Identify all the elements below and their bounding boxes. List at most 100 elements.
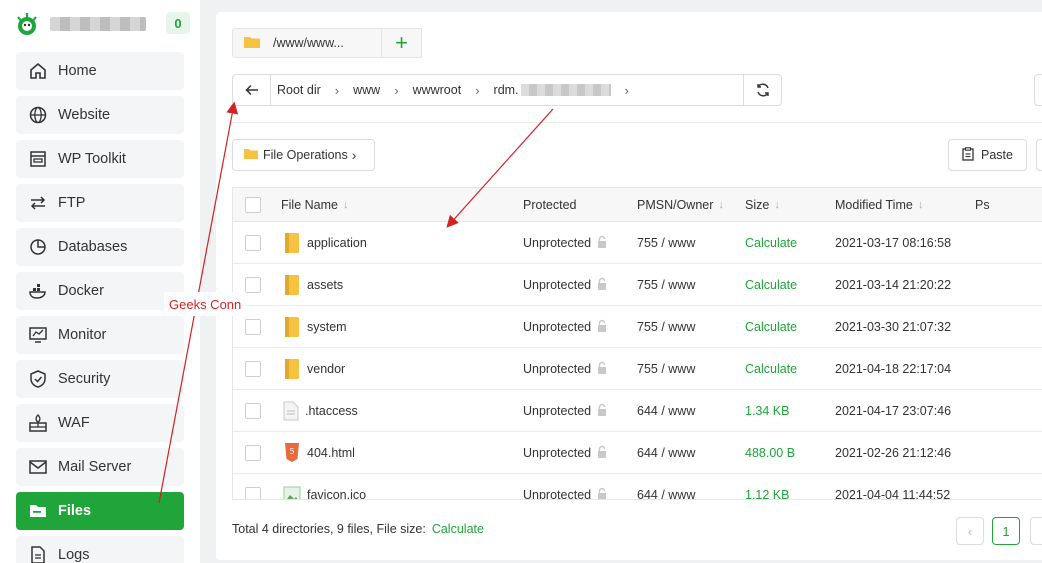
- file-name-cell[interactable]: application: [283, 222, 367, 264]
- sidebar-item-docker[interactable]: Docker: [16, 272, 184, 310]
- refresh-button[interactable]: [743, 75, 781, 105]
- size-cell[interactable]: Calculate: [745, 306, 797, 348]
- sidebar-item-security[interactable]: Security: [16, 360, 184, 398]
- html5-file-icon: 5: [283, 442, 301, 464]
- row-checkbox[interactable]: [245, 474, 261, 499]
- sort-arrow-icon: ↓: [342, 199, 349, 211]
- file-table: File Name ↓ Protected PMSN/Owner ↓ Size ↓ M…: [232, 187, 1042, 500]
- next-page-button[interactable]: [1030, 517, 1042, 545]
- breadcrumb-site-label: rdm.: [493, 83, 519, 97]
- table-row[interactable]: .htaccess Unprotected 644 / www 1.34 KB …: [233, 390, 1042, 432]
- column-modified-time[interactable]: Modified Time ↓: [835, 188, 923, 222]
- file-name-cell[interactable]: favicon.ico: [283, 474, 366, 499]
- folder-icon: [283, 232, 301, 254]
- protected-cell[interactable]: Unprotected: [523, 222, 609, 264]
- file-name-cell[interactable]: vendor: [283, 348, 345, 390]
- text-file-icon: [283, 401, 299, 421]
- notification-badge[interactable]: 0: [166, 12, 190, 34]
- table-row[interactable]: 5 404.html Unprotected 644 / www 488.00 …: [233, 432, 1042, 474]
- page-number[interactable]: 1: [992, 517, 1020, 545]
- lock-icon: [595, 361, 609, 378]
- protected-cell[interactable]: Unprotected: [523, 432, 609, 474]
- size-cell[interactable]: Calculate: [745, 348, 797, 390]
- sidebar-item-mail-server[interactable]: Mail Server: [16, 448, 184, 486]
- row-checkbox[interactable]: [245, 306, 261, 348]
- protected-cell[interactable]: Unprotected: [523, 474, 609, 500]
- file-name-cell[interactable]: assets: [283, 264, 343, 306]
- size-cell[interactable]: Calculate: [745, 264, 797, 306]
- sidebar-item-ftp[interactable]: FTP: [16, 184, 184, 222]
- permission-cell[interactable]: 755 / www: [637, 348, 695, 390]
- sidebar: 0 Home Website WP Toolkit FTP Databases …: [0, 0, 200, 563]
- protected-status: Unprotected: [523, 488, 592, 500]
- sidebar-item-label: Mail Server: [58, 459, 132, 475]
- row-checkbox[interactable]: [245, 390, 261, 432]
- file-name: system: [307, 320, 347, 334]
- row-checkbox[interactable]: [245, 264, 261, 306]
- breadcrumb-site[interactable]: rdm.: [494, 83, 611, 97]
- chevron-right-icon: ›: [334, 82, 340, 98]
- protected-cell[interactable]: Unprotected: [523, 306, 609, 348]
- sidebar-item-monitor[interactable]: Monitor: [16, 316, 184, 354]
- paste-button[interactable]: Paste: [948, 139, 1027, 171]
- size-cell[interactable]: Calculate: [745, 222, 797, 264]
- row-checkbox[interactable]: [245, 432, 261, 474]
- permission-cell[interactable]: 755 / www: [637, 306, 695, 348]
- directory-tab[interactable]: /www/www...: [232, 28, 382, 58]
- sidebar-item-databases[interactable]: Databases: [16, 228, 184, 266]
- breadcrumb-wwwroot[interactable]: wwwroot: [413, 83, 462, 97]
- permission-cell[interactable]: 755 / www: [637, 222, 695, 264]
- permission-cell[interactable]: 644 / www: [637, 432, 695, 474]
- chevron-right-icon: ›: [351, 147, 357, 163]
- size-cell[interactable]: 1.12 KB: [745, 474, 789, 499]
- sidebar-item-logs[interactable]: Logs: [16, 536, 184, 563]
- table-row[interactable]: system Unprotected 755 / www Calculate 2…: [233, 306, 1042, 348]
- sidebar-item-home[interactable]: Home: [16, 52, 184, 90]
- table-row[interactable]: vendor Unprotected 755 / www Calculate 2…: [233, 348, 1042, 390]
- column-size[interactable]: Size ↓: [745, 188, 780, 222]
- search-box-partial[interactable]: [1034, 74, 1042, 106]
- protected-cell[interactable]: Unprotected: [523, 348, 609, 390]
- modified-time-cell: 2021-03-17 08:16:58: [835, 236, 952, 250]
- breadcrumb-root-dir[interactable]: Root dir: [277, 83, 321, 97]
- sidebar-item-wp-toolkit[interactable]: WP Toolkit: [16, 140, 184, 178]
- footer-summary: Total 4 directories, 9 files, File size:…: [232, 522, 484, 536]
- row-checkbox[interactable]: [245, 222, 261, 264]
- back-button[interactable]: [233, 75, 271, 105]
- table-row[interactable]: assets Unprotected 755 / www Calculate 2…: [233, 264, 1042, 306]
- protected-status: Unprotected: [523, 320, 592, 334]
- file-name-cell[interactable]: system: [283, 306, 347, 348]
- permission-cell[interactable]: 755 / www: [637, 264, 695, 306]
- file-name: application: [307, 236, 367, 250]
- toolbar-button-partial[interactable]: [1036, 139, 1042, 171]
- sidebar-item-waf[interactable]: WAF: [16, 404, 184, 442]
- add-tab-button[interactable]: +: [382, 28, 422, 58]
- sort-arrow-icon: ↓: [774, 199, 780, 211]
- sidebar-item-website[interactable]: Website: [16, 96, 184, 134]
- row-checkbox[interactable]: [245, 348, 261, 390]
- protected-cell[interactable]: Unprotected: [523, 264, 609, 306]
- file-name-cell[interactable]: .htaccess: [283, 390, 358, 432]
- breadcrumb-www[interactable]: www: [353, 83, 380, 97]
- protected-status: Unprotected: [523, 446, 592, 460]
- tab-label: /www/www...: [273, 36, 344, 50]
- permission-cell[interactable]: 644 / www: [637, 474, 695, 499]
- file-name-cell[interactable]: 5 404.html: [283, 432, 355, 474]
- file-operations-button[interactable]: File Operations ›: [232, 139, 375, 171]
- wp-toolkit-icon: [28, 149, 48, 169]
- chevron-right-icon: ›: [394, 82, 399, 98]
- select-all-checkbox[interactable]: [245, 188, 261, 222]
- prev-page-button[interactable]: ‹: [956, 517, 984, 545]
- table-row[interactable]: favicon.ico Unprotected 644 / www 1.12 K…: [233, 474, 1042, 500]
- sidebar-item-files[interactable]: Files: [16, 492, 184, 530]
- protected-status: Unprotected: [523, 278, 592, 292]
- permission-cell[interactable]: 644 / www: [637, 390, 695, 432]
- column-file-name[interactable]: File Name ↓: [281, 188, 348, 222]
- protected-cell[interactable]: Unprotected: [523, 390, 609, 432]
- file-name: 404.html: [307, 446, 355, 460]
- calculate-total-link[interactable]: Calculate: [432, 522, 484, 536]
- size-cell[interactable]: 488.00 B: [745, 432, 795, 474]
- size-cell[interactable]: 1.34 KB: [745, 390, 789, 432]
- column-permission-owner[interactable]: PMSN/Owner ↓: [637, 188, 724, 222]
- table-row[interactable]: application Unprotected 755 / www Calcul…: [233, 222, 1042, 264]
